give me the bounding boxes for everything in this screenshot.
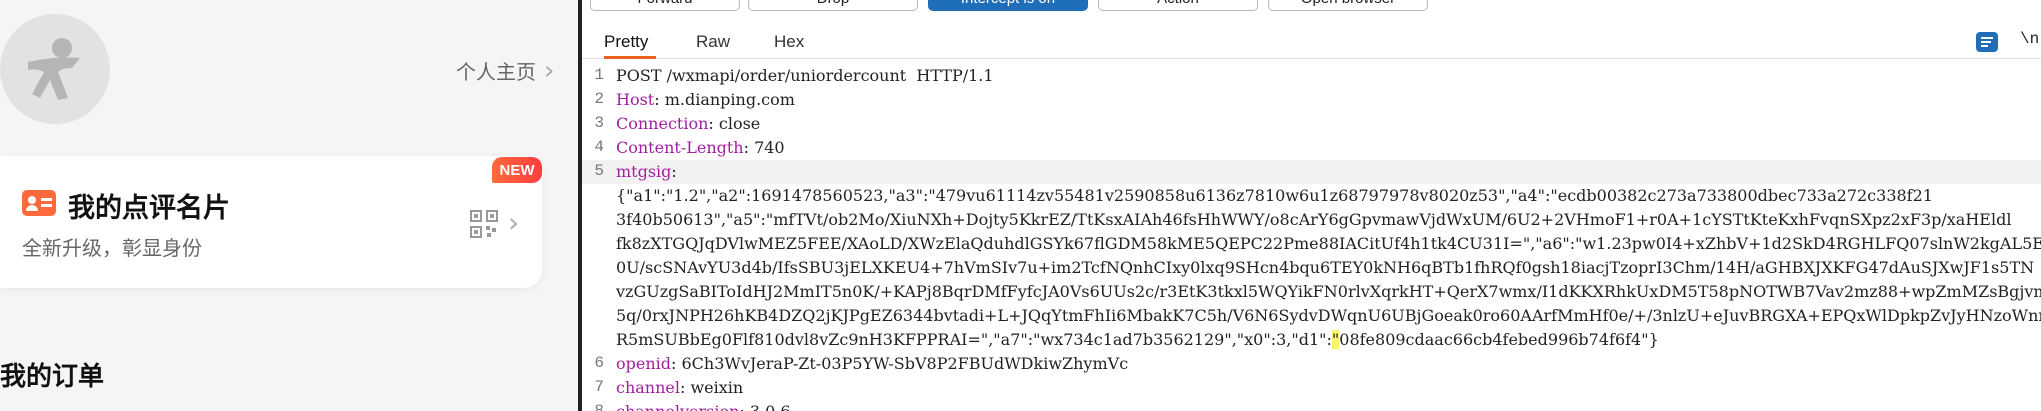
homepage-label: 个人主页 bbox=[456, 60, 536, 84]
header-colon: : bbox=[671, 162, 677, 181]
mtgsig-line: {"a1":"1.2","a2":1691478560523,"a3":"479… bbox=[616, 186, 1933, 205]
header-value: : 6Ch3WvJeraP-Zt-03P5YW-SbV8P2FBUdWDkiwZ… bbox=[671, 354, 1129, 373]
qr-code-icon[interactable] bbox=[470, 210, 498, 238]
drop-button[interactable]: Drop bbox=[748, 0, 918, 11]
header-name: mtgsig bbox=[616, 162, 672, 181]
header-name: channelversion bbox=[616, 402, 739, 411]
header-name: Content-Length bbox=[616, 138, 744, 157]
header-name: channel bbox=[616, 378, 680, 397]
default-user-icon bbox=[28, 38, 80, 100]
mtgsig-segment: R5mSUBbEg0Flf810dvl8vZc9nH3KFPPRAI=","a7… bbox=[616, 330, 1332, 349]
header-value: : 3.0.6 bbox=[739, 402, 790, 411]
card-subtitle: 全新升级，彰显身份 bbox=[22, 236, 202, 260]
header-value: : m.dianping.com bbox=[654, 90, 795, 109]
header-value: : close bbox=[708, 114, 761, 133]
proxy-intercept-panel: Forward Drop Intercept is on Action Open… bbox=[582, 0, 2041, 411]
header-row: 3 Connection: close bbox=[594, 114, 761, 133]
message-view-tabs: Pretty Raw Hex bbox=[582, 26, 2041, 59]
orders-section-title: 我的订单 bbox=[0, 362, 105, 392]
mtgsig-d1-value: 08fe809cdaac66cb4febed996b74f6f4 bbox=[1339, 330, 1642, 349]
new-badge: NEW bbox=[492, 157, 542, 183]
header-row: 6 openid: 6Ch3WvJeraP-Zt-03P5YW-SbV8P2FB… bbox=[594, 354, 1129, 373]
chevron-right-icon: › bbox=[544, 55, 555, 86]
card-title: 我的点评名片 bbox=[68, 193, 230, 224]
tab-hex[interactable]: Hex bbox=[774, 32, 804, 59]
mobile-app-panel: 个人主页 › NEW 我的点评名片 全新升级，彰显身份 › 我的订单 bbox=[0, 0, 578, 411]
header-row: 8 channelversion: 3.0.6 bbox=[582, 400, 2041, 411]
request-editor[interactable]: 1 POST /wxmapi/order/uniordercount HTTP/… bbox=[582, 64, 2041, 411]
header-value: : weixin bbox=[680, 378, 744, 397]
intercept-toolbar: Forward Drop Intercept is on Action Open… bbox=[582, 0, 2041, 16]
homepage-link[interactable]: 个人主页 › bbox=[456, 56, 554, 85]
avatar[interactable] bbox=[0, 14, 110, 124]
header-row: 4 Content-Length: 740 bbox=[594, 138, 785, 157]
header-value: : 740 bbox=[743, 138, 785, 157]
chevron-right-icon[interactable]: › bbox=[508, 206, 519, 239]
word-wrap-icon[interactable] bbox=[1976, 32, 1998, 52]
tab-raw[interactable]: Raw bbox=[696, 32, 730, 59]
mtgsig-line: fk8zXTGQJqDVlwMEZ5FEE/XAoLD/XWzElaQduhdl… bbox=[616, 234, 2041, 253]
header-row: 2 Host: m.dianping.com bbox=[594, 90, 795, 109]
action-button[interactable]: Action bbox=[1098, 0, 1258, 11]
header-name: Connection bbox=[616, 114, 709, 133]
id-card-icon bbox=[22, 190, 56, 216]
mtgsig-value: {"a1":"1.2","a2":1691478560523,"a3":"479… bbox=[582, 184, 2041, 352]
request-line: 1 POST /wxmapi/order/uniordercount HTTP/… bbox=[582, 64, 2041, 88]
header-name: openid bbox=[616, 354, 672, 373]
mtgsig-segment-end: "} bbox=[1641, 330, 1659, 349]
tab-pretty[interactable]: Pretty bbox=[604, 32, 656, 59]
mtgsig-line: 3f40b50613","a5":"mfTVt/ob2Mo/XiuNXh+Doj… bbox=[616, 210, 2012, 229]
open-browser-button[interactable]: Open browser bbox=[1268, 0, 1428, 11]
intercept-toggle-button[interactable]: Intercept is on bbox=[928, 0, 1088, 11]
show-newlines-toggle[interactable]: \n bbox=[2020, 30, 2039, 48]
header-row: 7 channel: weixin bbox=[594, 378, 744, 397]
mtgsig-line: vzGUzgSaBIToIdHJ2MmIT5n0K/+KAPj8BqrDMfFy… bbox=[616, 282, 2041, 301]
header-name: Host bbox=[616, 90, 655, 109]
mtgsig-line: 5q/0rxJNPH26hKB4DZQ2jKJPgEZ6344bvtadi+L+… bbox=[616, 306, 2041, 325]
header-row-mtgsig: 5 mtgsig: bbox=[582, 160, 2041, 184]
request-line-text: POST /wxmapi/order/uniordercount HTTP/1.… bbox=[616, 66, 994, 85]
mtgsig-line: 0U/scSNAvYU3d4b/IfsSBU3jELXKEU4+7hVmSIv7… bbox=[616, 258, 2035, 277]
forward-button[interactable]: Forward bbox=[590, 0, 740, 11]
mtgsig-line-last: R5mSUBbEg0Flf810dvl8vZc9nH3KFPPRAI=","a7… bbox=[616, 328, 1659, 352]
